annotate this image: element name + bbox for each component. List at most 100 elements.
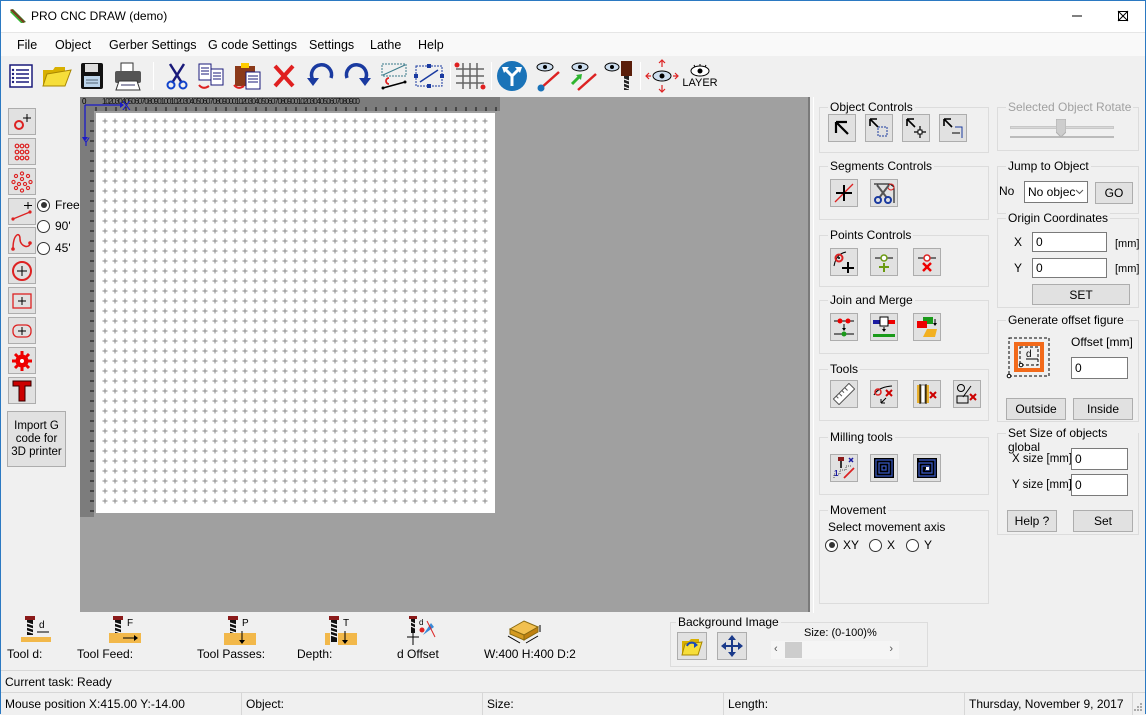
select-button[interactable] <box>828 114 856 142</box>
y-size-input[interactable]: 0 <box>1071 474 1128 496</box>
background-size-scrollbar[interactable]: ‹ › <box>771 641 899 659</box>
undo-button[interactable] <box>303 59 337 93</box>
reverse-direction-button[interactable] <box>377 59 411 93</box>
offset-mm-label: Offset [mm] <box>1071 335 1133 349</box>
print-button[interactable] <box>111 59 145 93</box>
move-button[interactable] <box>902 114 930 142</box>
move-background-button[interactable] <box>717 632 747 660</box>
tool-diameter-item[interactable]: d Tool d: <box>7 615 53 661</box>
menu-lathe[interactable]: Lathe <box>370 38 401 52</box>
text-button[interactable] <box>8 377 36 404</box>
insert-node-button[interactable] <box>870 248 898 276</box>
view-path-button[interactable] <box>531 59 565 93</box>
length-status: Length: <box>724 693 965 715</box>
resize-grip-icon[interactable] <box>1133 702 1143 712</box>
copy-button[interactable] <box>194 59 228 93</box>
d-offset-item[interactable]: d d Offset <box>397 615 441 661</box>
drawing-canvas-area[interactable]: 1020304050607080901001020304050607080900… <box>80 97 810 612</box>
material-size-item[interactable]: W:400 H:400 D:2 <box>484 615 576 661</box>
view-tool-button[interactable] <box>602 59 636 93</box>
background-size-thumb[interactable] <box>785 642 802 658</box>
open-background-button[interactable] <box>677 632 707 660</box>
pocket-button[interactable] <box>870 454 898 482</box>
menu-help[interactable]: Help <box>418 38 444 52</box>
minimize-icon <box>1072 15 1082 17</box>
menu-gerber-settings[interactable]: Gerber Settings <box>109 38 197 52</box>
axis-y-radio[interactable]: Y <box>906 538 932 552</box>
axis-xy-radio[interactable]: XY <box>825 538 859 552</box>
point-circle-button[interactable] <box>8 168 36 195</box>
go-button[interactable]: GO <box>1095 182 1133 204</box>
select-path-button[interactable] <box>412 59 446 93</box>
import-gcode-button[interactable]: Import G code for 3D printer <box>7 411 66 467</box>
menu-settings[interactable]: Settings <box>309 38 354 52</box>
ruler-tool-button[interactable] <box>830 380 858 408</box>
remove-shape-button[interactable] <box>953 380 981 408</box>
print-icon <box>115 62 141 91</box>
tool-passes-item[interactable]: P Tool Passes: <box>197 615 265 661</box>
set-size-button[interactable]: Set <box>1073 510 1133 532</box>
cut-segment-button[interactable] <box>870 179 898 207</box>
add-point-button[interactable] <box>8 108 36 135</box>
redo-button[interactable] <box>341 59 375 93</box>
cut-icon <box>166 63 188 90</box>
select-box-button[interactable] <box>865 114 893 142</box>
save-button[interactable] <box>75 59 109 93</box>
origin-y-input[interactable]: 0 <box>1032 258 1107 278</box>
curve-button[interactable] <box>8 227 36 254</box>
menu-object[interactable]: Object <box>55 38 91 52</box>
spiral-pocket-button[interactable] <box>913 454 941 482</box>
ramp-icon: 1 <box>833 457 855 479</box>
combine-button[interactable] <box>913 313 941 341</box>
rectangle-button[interactable] <box>8 287 36 314</box>
angle-free-radio[interactable]: Free <box>37 198 80 212</box>
paste-button[interactable] <box>231 59 265 93</box>
circle-button[interactable] <box>8 257 36 284</box>
view-start-button[interactable] <box>566 59 600 93</box>
help-button[interactable]: Help ? <box>1007 510 1057 532</box>
remove-point-button[interactable] <box>870 380 898 408</box>
layer-button[interactable]: LAYER <box>681 59 719 93</box>
axis-x-radio[interactable]: X <box>869 538 895 552</box>
offset-input[interactable]: 0 <box>1071 357 1128 379</box>
grid-button[interactable] <box>453 59 487 93</box>
menu-gcode-settings[interactable]: G code Settings <box>208 38 297 52</box>
object-select[interactable]: No objec <box>1024 181 1088 203</box>
point-grid-button[interactable] <box>8 138 36 165</box>
rounded-rect-button[interactable] <box>8 317 36 344</box>
scale-button[interactable] <box>939 114 967 142</box>
set-origin-button[interactable]: SET <box>1032 284 1130 305</box>
split-arrows-button[interactable] <box>495 59 529 93</box>
ruler-left <box>80 111 94 517</box>
angle-45-radio[interactable]: 45' <box>37 241 71 255</box>
view-move-button[interactable] <box>645 59 679 93</box>
scroll-left-arrow-icon[interactable]: ‹ <box>774 643 778 655</box>
x-size-input[interactable]: 0 <box>1071 448 1128 470</box>
menu-file[interactable]: File <box>17 38 37 52</box>
delete-button[interactable] <box>267 59 301 93</box>
tool-feed-item[interactable]: F Tool Feed: <box>77 615 143 661</box>
scroll-right-arrow-icon[interactable]: › <box>889 643 893 655</box>
outside-button[interactable]: Outside <box>1006 398 1066 420</box>
rotate-slider-thumb[interactable] <box>1056 119 1066 137</box>
depth-item[interactable]: T Depth: <box>297 615 359 661</box>
inside-button[interactable]: Inside <box>1073 398 1133 420</box>
delete-node-button[interactable] <box>913 248 941 276</box>
drawing-sheet[interactable] <box>96 113 495 513</box>
cut-button[interactable] <box>160 59 194 93</box>
origin-x-input[interactable]: 0 <box>1032 232 1107 252</box>
open-button[interactable] <box>40 59 74 93</box>
remove-fill-button[interactable] <box>913 380 941 408</box>
split-segment-button[interactable] <box>830 179 858 207</box>
join-button[interactable] <box>830 313 858 341</box>
add-node-button[interactable] <box>830 248 858 276</box>
gear-button[interactable] <box>8 347 36 374</box>
minimize-button[interactable] <box>1054 1 1100 31</box>
list-button[interactable] <box>4 59 38 93</box>
line-button[interactable] <box>8 198 36 225</box>
ramp-button[interactable]: 1 <box>830 454 858 482</box>
merge-button[interactable] <box>870 313 898 341</box>
save-icon <box>81 63 103 89</box>
close-button[interactable] <box>1100 1 1146 31</box>
angle-90-radio[interactable]: 90' <box>37 219 71 233</box>
